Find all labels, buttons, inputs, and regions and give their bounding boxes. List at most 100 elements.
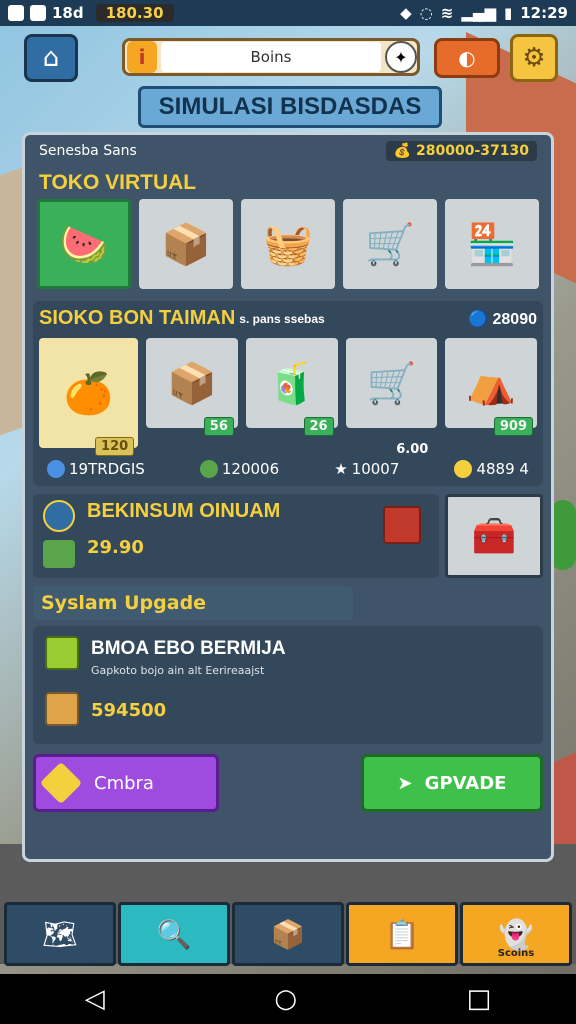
cancel-button[interactable]: Cmbra <box>33 754 219 812</box>
promo-item-thumb[interactable]: 🧰 <box>445 494 543 578</box>
store-items: 🍊 120 📦 56 🧃 26 🛒 6.00 ⛺ 909 <box>39 330 537 457</box>
shop-counter-icon: 🏪 <box>467 221 517 268</box>
nav-inventory[interactable]: 📦 <box>232 902 344 966</box>
price-tag: 120 <box>95 437 135 456</box>
cart-icon <box>383 506 421 544</box>
nav-tasks[interactable]: 📋 <box>346 902 458 966</box>
stat-coins: 4889 4 <box>454 460 529 478</box>
fruit-tray-icon: 🍊 <box>63 370 114 417</box>
notification-icon <box>30 5 46 21</box>
promo-title: BEKINSUM OINUAM <box>87 500 281 522</box>
system-nav-bar: ◁ ○ □ <box>0 974 576 1024</box>
upgrade-box-icon <box>45 692 79 726</box>
crate-icon: 🧰 <box>471 516 517 557</box>
price-tag: 909 <box>493 417 533 436</box>
search-bar[interactable]: i Boins ✦ <box>122 38 420 76</box>
compass-icon <box>43 500 75 532</box>
status-bar: 18d 180.30 ◆ ◌ ≋ ▂▄▆ ▮ 12:29 <box>0 0 576 26</box>
box-icon: 📦 <box>270 917 306 951</box>
store-section: SIOKO BON TAIMAN s. pans ssebas 🔵 28090 … <box>33 301 543 486</box>
stat-stars-value: 10007 <box>351 460 400 478</box>
nav-map[interactable]: 🗺 <box>4 902 116 966</box>
shop-item-cart[interactable]: 🛒 <box>343 199 437 289</box>
coin-counter: 💰 280000-37130 <box>385 141 537 161</box>
stat-diamonds-value: 19TRDGIS <box>69 460 145 478</box>
clipboard-icon: 📋 <box>384 917 420 951</box>
diamond-icon <box>47 460 65 478</box>
store-item-box[interactable]: 📦 56 <box>146 338 238 436</box>
tag-icon <box>43 540 75 568</box>
app-icon <box>8 5 24 21</box>
gem-icon[interactable]: ✦ <box>385 41 417 73</box>
wifi-icon: ≋ <box>440 4 454 22</box>
search-input[interactable]: Boins <box>161 42 381 72</box>
store-item-fruit-tray[interactable]: 🍊 120 <box>39 338 139 456</box>
star-icon: ★ <box>334 460 348 478</box>
page-title: SIMULASI BISDASDAS <box>138 86 442 128</box>
arrow-icon: ➤ <box>397 772 413 794</box>
gem-icon <box>199 460 218 478</box>
store-count-value: 28090 <box>492 310 538 328</box>
price-tag: 56 <box>203 417 234 436</box>
coin-counter-value: 280000-37130 <box>416 143 529 159</box>
bottom-nav: 🗺 🔍 📦 📋 👻 Scoins <box>4 902 572 966</box>
upgrade-price: 594500 <box>91 700 167 721</box>
store-item-stall[interactable]: ⛺ 909 <box>445 338 537 436</box>
speaker-icon: ◐ <box>458 46 476 70</box>
shop-item-produce[interactable]: 🍉 <box>37 199 131 289</box>
upgrade-card[interactable]: BMOA EBO BERMIJA Gapkoto bojo ain alt Ee… <box>33 626 543 744</box>
status-left-text: 18d <box>52 4 84 22</box>
store-item-shelf[interactable]: 🧃 26 <box>245 338 338 436</box>
stat-diamonds: 19TRDGIS <box>47 460 145 478</box>
home-circle-icon[interactable]: ○ <box>274 984 297 1014</box>
alarm-icon: ◌ <box>419 4 433 22</box>
action-buttons: Cmbra ➤ GPVADE <box>33 754 543 812</box>
back-icon[interactable]: ◁ <box>85 984 105 1014</box>
promo-value: 29.90 <box>87 537 144 558</box>
nav-search[interactable]: 🔍 <box>118 902 230 966</box>
battery-icon: ▮ <box>503 4 513 22</box>
nav-scoins[interactable]: 👻 Scoins <box>460 902 572 966</box>
home-icon: ⌂ <box>42 43 60 73</box>
store-subtitle: s. pans ssebas <box>239 311 325 326</box>
diamond-badge-icon <box>39 761 83 805</box>
market-stall-icon: ⛺ <box>466 360 517 407</box>
upgrade-button-label: GPVADE <box>424 772 507 794</box>
gear-icon: ⚙ <box>522 43 546 73</box>
shop-item-fabric[interactable]: 📦 <box>139 199 233 289</box>
fabric-box-icon: 📦 <box>161 221 211 268</box>
sound-button[interactable]: ◐ <box>434 38 500 78</box>
ghost-icon: 👻 <box>498 917 534 951</box>
panel-header: Senesba Sans 💰 280000-37130 <box>25 135 551 167</box>
system-upgrade-label: Syslam Upgade <box>33 586 353 620</box>
coin-icon <box>454 460 473 478</box>
recents-icon[interactable]: □ <box>467 984 492 1014</box>
shop-item-counter[interactable]: 🏪 <box>445 199 539 289</box>
main-panel: Senesba Sans 💰 280000-37130 TOKO VIRTUAL… <box>22 132 554 862</box>
nav-scoins-label: Scoins <box>497 948 535 959</box>
store-title: SIOKO BON TAIMAN <box>39 307 236 329</box>
cancel-button-label: Cmbra <box>94 772 154 794</box>
stat-stars: ★ 10007 <box>334 460 399 478</box>
stat-gems-value: 120006 <box>221 460 280 478</box>
home-button[interactable]: ⌂ <box>24 34 78 82</box>
price-tag: 6.00 <box>396 442 429 457</box>
store-count: 🔵 28090 <box>468 310 538 328</box>
settings-button[interactable]: ⚙ <box>510 34 558 82</box>
upgrade-title: BMOA EBO BERMIJA <box>91 638 286 659</box>
shop-item-food[interactable]: 🧺 <box>241 199 335 289</box>
display-shelf-icon: 🧃 <box>266 360 317 407</box>
info-icon: i <box>127 41 157 73</box>
promo-card[interactable]: BEKINSUM OINUAM 29.90 <box>33 494 439 578</box>
top-bar: ⌂ i Boins ✦ ◐ ⚙ <box>0 32 576 84</box>
upgrade-button[interactable]: ➤ GPVADE <box>361 754 543 812</box>
cart-rack-icon: 🛒 <box>366 360 417 407</box>
food-crate-icon: 🧺 <box>263 221 313 268</box>
location-icon: ◆ <box>400 4 412 22</box>
clock-time: 12:29 <box>520 4 568 22</box>
panel-header-label: Senesba Sans <box>39 143 137 159</box>
produce-crate-icon: 🍉 <box>59 221 109 268</box>
shop-items: 🍉 📦 🧺 🛒 🏪 <box>25 199 551 289</box>
store-item-cart-rack[interactable]: 🛒 6.00 <box>345 338 438 457</box>
stat-coins-value: 4889 4 <box>476 460 529 478</box>
